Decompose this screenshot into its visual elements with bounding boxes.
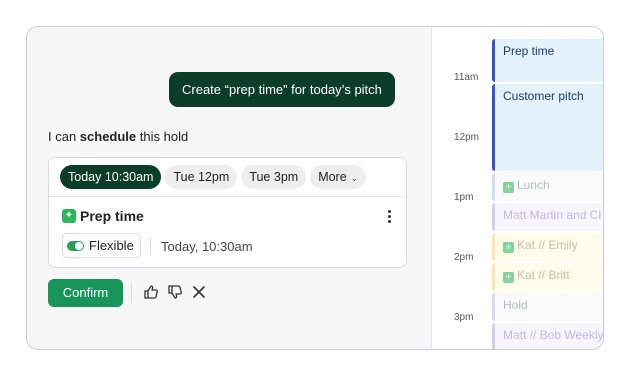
time-option-tue-12[interactable]: Tue 12pm <box>165 165 238 189</box>
time-option-tue-3[interactable]: Tue 3pm <box>241 165 307 189</box>
confirm-button[interactable]: Confirm <box>48 279 123 307</box>
assistant-panel: Create “prep time” for today’s pitch I c… <box>27 27 431 349</box>
calendar-event-prep-time[interactable]: Prep time <box>492 39 603 82</box>
event-label: Prep time <box>503 44 555 58</box>
event-label: Kat // Britt <box>517 268 570 282</box>
more-vertical-icon[interactable] <box>388 210 392 224</box>
flexible-toggle[interactable]: Flexible <box>62 233 141 258</box>
time-option-today-1030[interactable]: Today 10:30am <box>60 165 162 189</box>
action-divider <box>131 283 132 303</box>
sparkle-icon: ✦ <box>62 209 76 223</box>
thumbs-up-icon[interactable] <box>143 284 159 300</box>
calendar-event-kat-britt[interactable]: + Kat // Britt <box>492 263 603 291</box>
chevron-down-icon: ⌄ <box>350 173 359 183</box>
time-label-3pm: 3pm <box>454 312 474 323</box>
calendar-event-matt-martin[interactable]: Matt Martin and Cl <box>492 203 603 231</box>
calendar-event-matt-bob[interactable]: Matt // Bob Weekly <box>492 323 603 349</box>
close-icon[interactable] <box>191 284 207 300</box>
plus-icon: + <box>503 272 514 283</box>
flexible-label: Flexible <box>89 238 134 253</box>
plus-icon: + <box>503 182 514 193</box>
reply-suffix: this hold <box>136 129 189 144</box>
more-label: More <box>318 170 347 184</box>
calendar-event-kat-emily[interactable]: + Kat // Emily <box>492 233 603 261</box>
time-label-1pm: 1pm <box>454 192 474 203</box>
event-label: Customer pitch <box>503 89 584 103</box>
event-label: Hold <box>503 298 528 312</box>
toggle-switch-icon <box>67 240 84 251</box>
user-message-bubble: Create “prep time” for today’s pitch <box>169 72 395 107</box>
thumbs-down-icon[interactable] <box>167 284 183 300</box>
calendar-event-customer-pitch[interactable]: Customer pitch <box>492 84 603 171</box>
event-title: Prep time <box>80 208 144 224</box>
event-label: Matt // Bob Weekly <box>503 328 603 342</box>
card-field-divider <box>150 238 151 254</box>
calendar-event-hold[interactable]: Hold <box>492 293 603 321</box>
time-label-11am: 11am <box>454 72 479 83</box>
event-label: Lunch <box>517 178 550 192</box>
reply-prefix: I can <box>48 129 80 144</box>
event-label: Matt Martin and Cl <box>503 208 602 222</box>
card-divider <box>49 196 406 197</box>
plus-icon: + <box>503 242 514 253</box>
time-label-12pm: 12pm <box>454 132 480 143</box>
app-window: Create “prep time” for today’s pitch I c… <box>26 26 604 350</box>
calendar-event-lunch[interactable]: + Lunch <box>492 173 603 201</box>
more-options-button[interactable]: More ⌄ <box>310 165 367 189</box>
assistant-reply: I can schedule this hold <box>48 129 188 144</box>
calendar-day-view: 11am 12pm 1pm 2pm 3pm Prep time Customer… <box>432 27 603 349</box>
event-suggestion-card: Today 10:30am Tue 12pm Tue 3pm More ⌄ ✦ P… <box>48 157 407 268</box>
event-label: Kat // Emily <box>517 238 578 252</box>
time-option-chips: Today 10:30am Tue 12pm Tue 3pm More ⌄ <box>60 165 367 189</box>
time-label-2pm: 2pm <box>454 252 474 263</box>
event-title-row: ✦ Prep time <box>62 208 144 224</box>
reply-bold: schedule <box>79 129 137 144</box>
event-when: Today, 10:30am <box>161 239 253 254</box>
